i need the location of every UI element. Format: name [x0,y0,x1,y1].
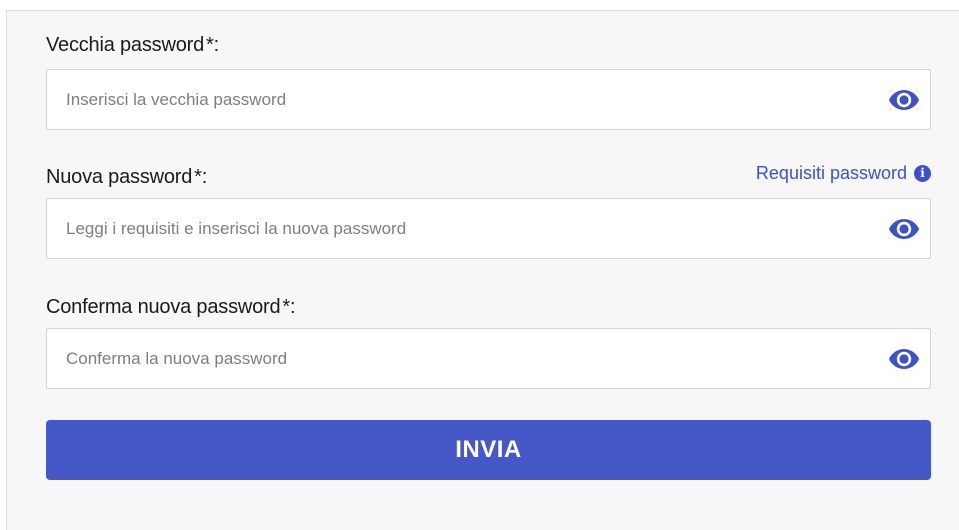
required-mark: *: [282,296,296,318]
eye-icon[interactable] [888,89,920,111]
confirm-password-label-text: Conferma nuova password [46,296,281,318]
new-password-input[interactable] [47,199,867,258]
confirm-password-label: Conferma nuova password *: [46,296,296,319]
submit-button[interactable]: INVIA [46,420,931,480]
old-password-input[interactable] [47,70,867,129]
old-password-label: Vecchia password *: [46,34,219,57]
old-password-label-text: Vecchia password [46,34,205,56]
new-password-label: Nuova password *: [46,166,207,189]
confirm-password-input[interactable] [47,329,867,388]
old-password-field [46,69,931,130]
info-icon: i [914,165,931,182]
eye-icon[interactable] [888,218,920,240]
required-mark: *: [194,166,208,188]
password-requirements-text: Requisiti password [755,163,907,183]
password-requirements-link[interactable]: Requisiti password i [756,163,931,184]
new-password-label-text: Nuova password [46,166,193,188]
required-mark: *: [206,34,219,56]
eye-icon[interactable] [888,348,920,370]
new-password-field [46,198,931,259]
confirm-password-field [46,328,931,389]
